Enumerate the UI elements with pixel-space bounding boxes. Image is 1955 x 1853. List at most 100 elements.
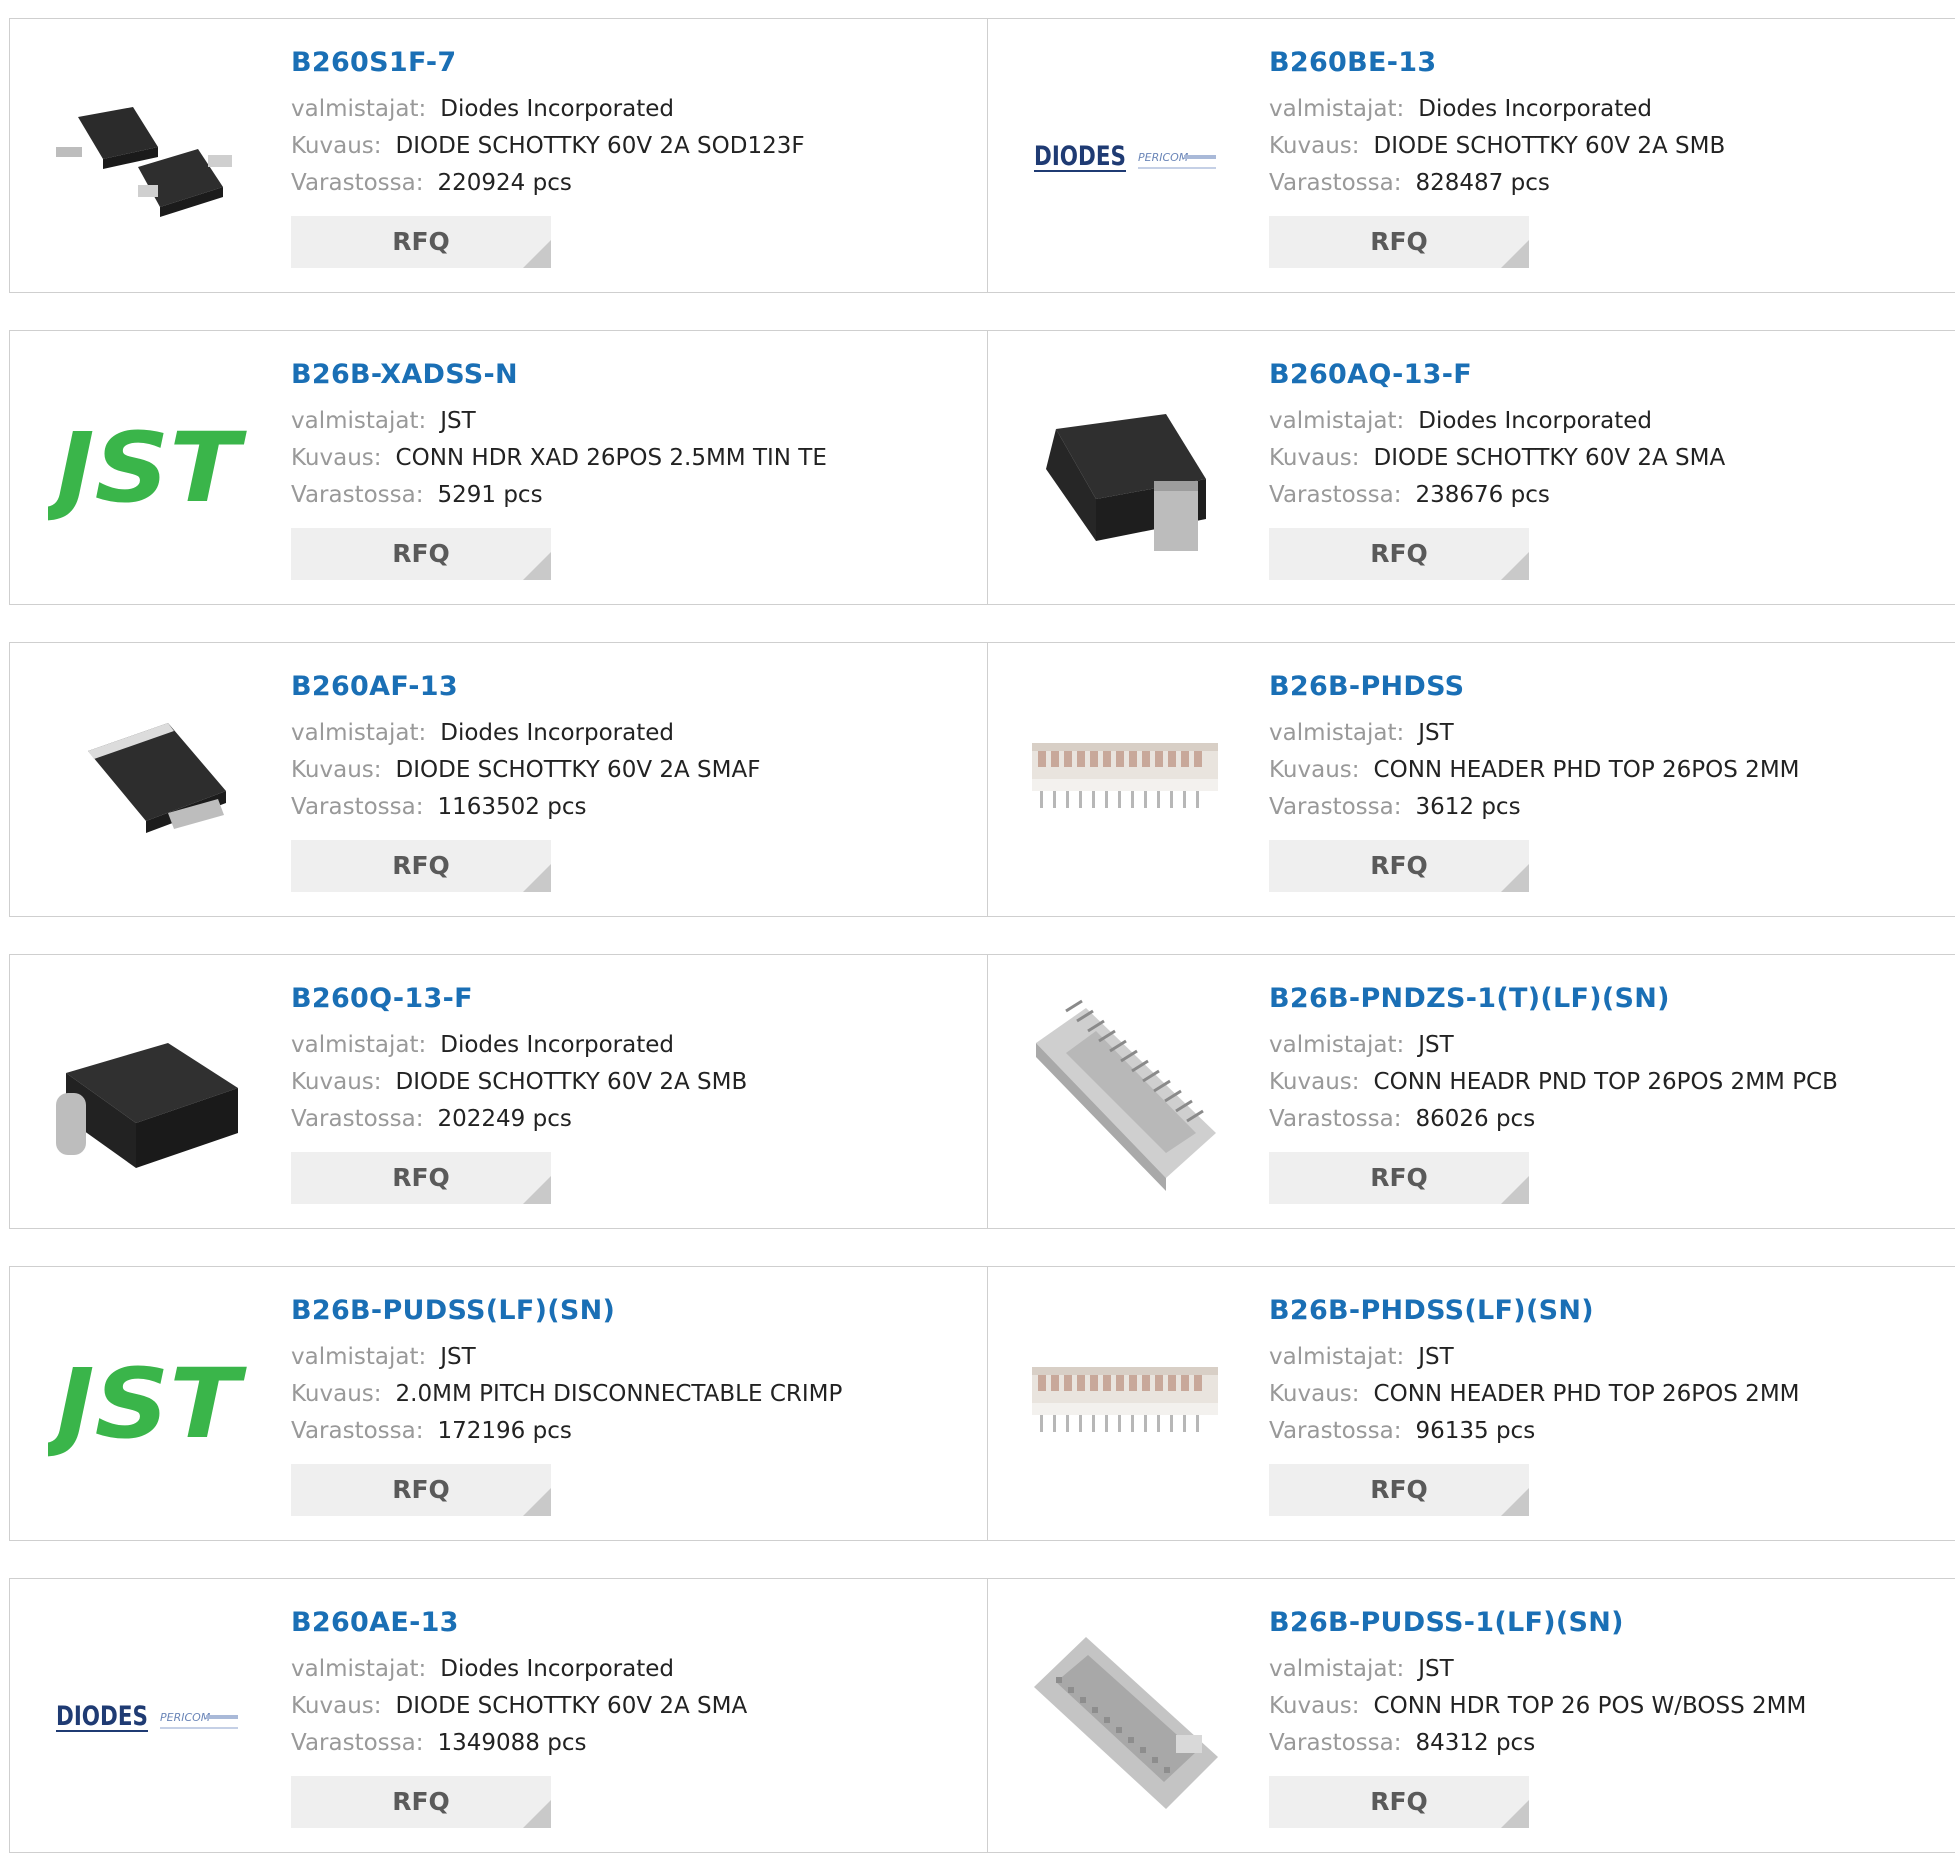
product-image[interactable]: JST [48, 369, 248, 569]
description-value: DIODE SCHOTTKY 60V 2A SOD123F [395, 133, 805, 159]
product-image[interactable] [1026, 1305, 1226, 1505]
svg-text:PERICOM: PERICOM [160, 1711, 211, 1724]
corner-triangle-icon [1501, 1176, 1529, 1204]
stock-label: Varastossa: [1269, 170, 1402, 196]
stock-label: Varastossa: [1269, 1418, 1402, 1444]
manufacturer-value: JST [1418, 1032, 1454, 1058]
product-image[interactable] [48, 681, 248, 881]
manufacturer-line: valmistajat: JST [291, 403, 977, 440]
manufacturer-label: valmistajat: [1269, 1344, 1405, 1370]
part-number-link[interactable]: B260BE-13 [1269, 45, 1946, 81]
manufacturer-label: valmistajat: [291, 1656, 427, 1682]
part-number-link[interactable]: B26B-PHDSS(LF)(SN) [1269, 1293, 1946, 1329]
description-line: Kuvaus: DIODE SCHOTTKY 60V 2A SMAF [291, 752, 977, 789]
stock-label: Varastossa: [291, 794, 424, 820]
description-value: CONN HEADER PHD TOP 26POS 2MM [1373, 757, 1800, 783]
rfq-label: RFQ [1370, 851, 1428, 880]
description-label: Kuvaus: [1269, 1069, 1360, 1095]
description-line: Kuvaus: DIODE SCHOTTKY 60V 2A SMB [1269, 128, 1946, 165]
product-image[interactable] [48, 57, 248, 257]
part-number-link[interactable]: B260S1F-7 [291, 45, 977, 81]
rfq-label: RFQ [1370, 1787, 1428, 1816]
manufacturer-label: valmistajat: [1269, 96, 1405, 122]
rfq-button[interactable]: RFQ [1269, 1464, 1529, 1516]
description-value: DIODE SCHOTTKY 60V 2A SMB [395, 1069, 748, 1095]
manufacturer-label: valmistajat: [1269, 1032, 1405, 1058]
description-label: Kuvaus: [291, 133, 382, 159]
manufacturer-value: Diodes Incorporated [440, 96, 674, 122]
product-image[interactable]: JST [48, 1305, 248, 1505]
svg-text:PERICOM: PERICOM [1138, 151, 1189, 164]
manufacturer-line: valmistajat: Diodes Incorporated [291, 1651, 977, 1688]
rfq-button[interactable]: RFQ [1269, 840, 1529, 892]
rfq-button[interactable]: RFQ [1269, 216, 1529, 268]
manufacturer-line: valmistajat: JST [291, 1339, 977, 1376]
product-info: B260S1F-7 valmistajat: Diodes Incorporated… [291, 45, 977, 268]
rfq-button[interactable]: RFQ [291, 840, 551, 892]
rfq-button[interactable]: RFQ [1269, 1152, 1529, 1204]
jst-logo-text: JST [48, 1348, 247, 1460]
corner-triangle-icon [523, 240, 551, 268]
manufacturer-line: valmistajat: JST [1269, 1027, 1946, 1064]
part-number-link[interactable]: B26B-PHDSS [1269, 669, 1946, 705]
product-image[interactable] [48, 993, 248, 1193]
product-row: B260AF-13 valmistajat: Diodes Incorporated… [9, 642, 1955, 917]
product-card: B26B-PHDSS(LF)(SN) valmistajat: JST Kuvaus:… [988, 1267, 1955, 1540]
part-number-link[interactable]: B26B-PUDSS(LF)(SN) [291, 1293, 977, 1329]
description-value: DIODE SCHOTTKY 60V 2A SMA [1373, 445, 1726, 471]
part-number-link[interactable]: B260AF-13 [291, 669, 977, 705]
product-image[interactable] [1026, 993, 1226, 1193]
corner-triangle-icon [523, 1488, 551, 1516]
description-label: Kuvaus: [1269, 1693, 1360, 1719]
manufacturer-label: valmistajat: [291, 1344, 427, 1370]
manufacturer-label: valmistajat: [291, 1032, 427, 1058]
description-line: Kuvaus: CONN HDR TOP 26 POS W/BOSS 2MM [1269, 1688, 1946, 1725]
stock-line: Varastossa: 172196 pcs [291, 1413, 977, 1450]
part-number-link[interactable]: B26B-XADSS-N [291, 357, 977, 393]
corner-triangle-icon [523, 1800, 551, 1828]
product-info: B26B-PHDSS valmistajat: JST Kuvaus: CONN HEA… [1269, 669, 1946, 892]
rfq-button[interactable]: RFQ [291, 528, 551, 580]
stock-label: Varastossa: [291, 1418, 424, 1444]
part-number-link[interactable]: B260AE-13 [291, 1605, 977, 1641]
rfq-button[interactable]: RFQ [291, 216, 551, 268]
product-info: B260Q-13-F valmistajat: Diodes Incorporate… [291, 981, 977, 1204]
rfq-button[interactable]: RFQ [291, 1152, 551, 1204]
rfq-label: RFQ [392, 851, 450, 880]
rfq-button[interactable]: RFQ [291, 1464, 551, 1516]
manufacturer-line: valmistajat: Diodes Incorporated [1269, 403, 1946, 440]
description-line: Kuvaus: CONN HEADR PND TOP 26POS 2MM PCB [1269, 1064, 1946, 1101]
manufacturer-value: Diodes Incorporated [1418, 408, 1652, 434]
rfq-label: RFQ [1370, 227, 1428, 256]
product-card: B26B-PNDZS-1(T)(LF)(SN) valmistajat: JST Ku… [988, 955, 1955, 1228]
stock-line: Varastossa: 96135 pcs [1269, 1413, 1946, 1450]
product-info: B260AE-13 valmistajat: Diodes Incorporated… [291, 1605, 977, 1828]
description-line: Kuvaus: CONN HEADER PHD TOP 26POS 2MM [1269, 1376, 1946, 1413]
stock-value: 202249 pcs [437, 1106, 572, 1132]
product-info: B26B-PNDZS-1(T)(LF)(SN) valmistajat: JST Ku… [1269, 981, 1946, 1204]
stock-line: Varastossa: 238676 pcs [1269, 477, 1946, 514]
corner-triangle-icon [1501, 864, 1529, 892]
rfq-button[interactable]: RFQ [291, 1776, 551, 1828]
stock-value: 86026 pcs [1415, 1106, 1536, 1132]
part-number-link[interactable]: B26B-PUDSS-1(LF)(SN) [1269, 1605, 1946, 1641]
product-image[interactable] [1026, 1617, 1226, 1817]
product-row: B260Q-13-F valmistajat: Diodes Incorporate… [9, 954, 1955, 1229]
part-number-link[interactable]: B26B-PNDZS-1(T)(LF)(SN) [1269, 981, 1946, 1017]
product-image[interactable]: DIODES PERICOM [48, 1617, 248, 1817]
corner-triangle-icon [1501, 552, 1529, 580]
product-image[interactable] [1026, 681, 1226, 881]
product-card: JST B26B-PUDSS(LF)(SN) valmistajat: JST Kuva… [10, 1267, 988, 1540]
stock-line: Varastossa: 828487 pcs [1269, 165, 1946, 202]
corner-triangle-icon [1501, 1488, 1529, 1516]
corner-triangle-icon [1501, 1800, 1529, 1828]
rfq-button[interactable]: RFQ [1269, 528, 1529, 580]
product-card: B260AF-13 valmistajat: Diodes Incorporated… [10, 643, 988, 916]
rfq-button[interactable]: RFQ [1269, 1776, 1529, 1828]
product-image[interactable]: DIODES PERICOM [1026, 57, 1226, 257]
product-image[interactable] [1026, 369, 1226, 569]
part-number-link[interactable]: B260Q-13-F [291, 981, 977, 1017]
product-row: JST B26B-PUDSS(LF)(SN) valmistajat: JST Kuva… [9, 1266, 1955, 1541]
description-line: Kuvaus: DIODE SCHOTTKY 60V 2A SMA [1269, 440, 1946, 477]
part-number-link[interactable]: B260AQ-13-F [1269, 357, 1946, 393]
